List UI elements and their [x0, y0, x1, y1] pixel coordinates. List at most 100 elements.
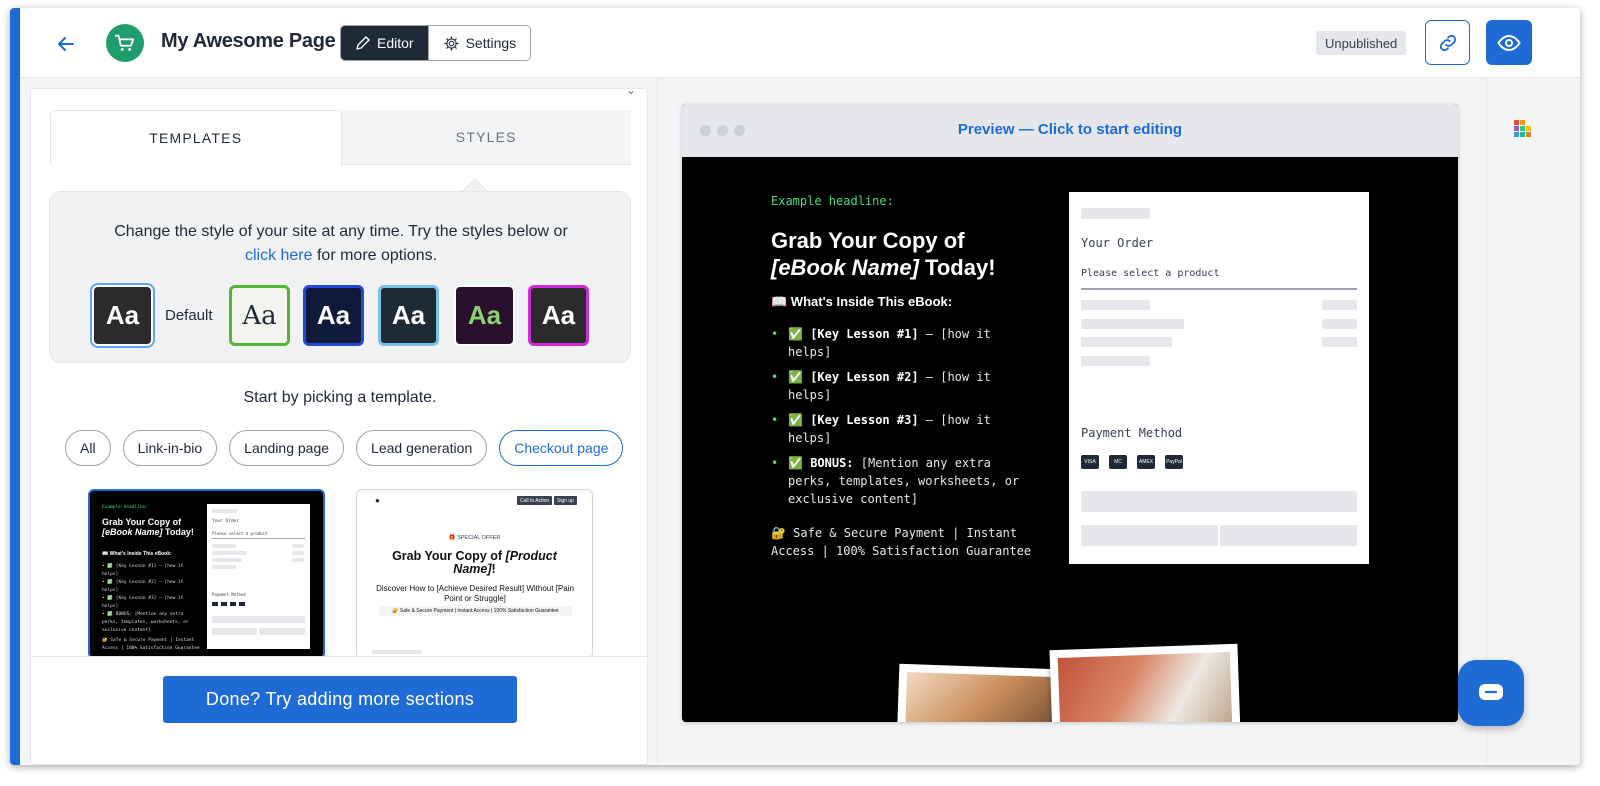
style-swatch-default[interactable]: Aa: [92, 285, 153, 346]
preview-feature-list[interactable]: ✅ [Key Lesson #1] – [how it helps] ✅ [Ke…: [771, 325, 1041, 515]
chat-support-button[interactable]: [1458, 660, 1524, 726]
color-palette-icon[interactable]: [1512, 118, 1534, 140]
default-style-label: Default: [165, 307, 213, 324]
thumb-item-bold: BONUS:: [115, 612, 133, 617]
thumb-item: • ✅ [Key Lesson #2] – [how it helps]: [102, 580, 184, 593]
app-window: My Awesome Page Editor Settings Unpublis…: [10, 8, 1580, 765]
thumb-light-subtitle: Discover How to [Achieve Desired Result]…: [376, 584, 574, 603]
thumb-order-card: Your Order Please select a product Payme…: [207, 504, 310, 649]
page-preview[interactable]: Preview — Click to start editing Example…: [682, 104, 1458, 722]
check-icon: ✅: [788, 370, 803, 384]
thumb-secure: 🔐 Safe & Secure Payment | Instant Access…: [102, 638, 200, 651]
thumb-headline-pre: Grab Your Copy of: [102, 517, 182, 527]
thumb-order-title: Your Order: [212, 519, 240, 524]
filter-lead-generation[interactable]: Lead generation: [356, 430, 488, 466]
done-add-sections-button[interactable]: Done? Try adding more sections: [163, 676, 517, 723]
chat-icon: [1479, 684, 1503, 700]
template-card-dark[interactable]: Example headline: Grab Your Copy of [eBo…: [88, 489, 325, 659]
skeleton-bar: [1322, 319, 1357, 329]
thumb-item-bold: [Key Lesson #1]: [115, 564, 157, 569]
preview-chrome-bar: Preview — Click to start editing: [682, 104, 1458, 157]
panel-tabs: TEMPLATES STYLES: [50, 110, 631, 165]
list-item-bold: [Key Lesson #1]: [810, 327, 919, 341]
style-swatch-serif-green[interactable]: Aa: [229, 285, 290, 346]
template-card-light[interactable]: ● Call to Action Sign up 🎁 SPECIAL OFFER…: [356, 489, 593, 659]
style-desc-text-end: for more options.: [316, 247, 438, 264]
left-panel: ⌃⌄ TEMPLATES STYLES Change the style of …: [20, 78, 658, 765]
filter-landing-page[interactable]: Landing page: [229, 430, 345, 466]
thumb-item-bold: [Key Lesson #2]: [115, 580, 157, 585]
style-swatch-magenta[interactable]: Aa: [528, 285, 589, 346]
headline-post: Today!: [925, 255, 996, 280]
preview-secure-note[interactable]: 🔐 Safe & Secure Payment | Instant Access…: [771, 524, 1041, 560]
list-item: ✅ [Key Lesson #3] – [how it helps]: [771, 411, 1041, 447]
skeleton-bar: [1081, 337, 1172, 347]
filter-link-in-bio[interactable]: Link-in-bio: [122, 430, 218, 466]
check-icon: ✅: [788, 327, 803, 341]
list-item-bold: [Key Lesson #2]: [810, 370, 919, 384]
thumb-badge-text: SPECIAL OFFER: [457, 535, 501, 541]
thumb-check: ✅: [107, 596, 114, 601]
paypal-icon: PayPal: [1165, 455, 1183, 469]
thumb-light-guarantee-text: Safe & Secure Payment | Instant Access |…: [399, 608, 559, 614]
thumb-badge: 🎁 SPECIAL OFFER: [448, 535, 501, 541]
preview-edit-label[interactable]: Preview — Click to start editing: [682, 121, 1458, 138]
thumb-payment-title: Payment Method: [212, 592, 246, 597]
panel-footer: Done? Try adding more sections: [31, 656, 647, 764]
skeleton-bar: [1081, 300, 1150, 310]
click-here-link[interactable]: click here: [245, 247, 313, 264]
product-select[interactable]: Please select a product: [1081, 268, 1219, 279]
list-item: ✅ BONUS: [Mention any extra perks, templ…: [771, 454, 1041, 508]
style-swatch-purple-green[interactable]: Aa: [454, 285, 515, 346]
skeleton-bar: [1081, 356, 1150, 366]
style-swatch-slate[interactable]: Aa: [378, 285, 439, 346]
collapse-icon[interactable]: ⌃⌄: [616, 89, 636, 97]
thumb-order-select: Please select a product: [212, 531, 268, 536]
thumb-subhead: 📖 What's Inside This eBook:: [102, 551, 172, 557]
tab-templates[interactable]: TEMPLATES: [50, 110, 342, 165]
list-item-bold: BONUS:: [810, 456, 854, 470]
style-swatch-navy[interactable]: Aa: [303, 285, 364, 346]
start-prompt: Start by picking a template.: [243, 389, 437, 406]
thumb-check: ✅: [107, 612, 114, 617]
skeleton-input: [1081, 525, 1218, 546]
preview-button[interactable]: [1486, 20, 1532, 65]
status-badge: Unpublished: [1316, 31, 1407, 55]
top-bar: My Awesome Page Editor Settings Unpublis…: [20, 8, 1580, 78]
thumb-light-guarantee: 🔐 Safe & Secure Payment | Instant Access…: [379, 606, 572, 616]
order-title: Your Order: [1081, 236, 1154, 250]
skeleton-input: [1220, 525, 1357, 546]
templates-panel: ⌃⌄ TEMPLATES STYLES Change the style of …: [30, 88, 648, 765]
thumb-light-title-pre: Grab Your Copy of: [392, 549, 503, 563]
copy-link-button[interactable]: [1425, 20, 1470, 65]
thumb-eyebrow: Example headline:: [102, 505, 149, 510]
preview-subhead[interactable]: 📖 What's Inside This eBook:: [771, 294, 952, 310]
link-icon: [1439, 34, 1456, 51]
photo-office[interactable]: [1049, 643, 1241, 722]
thumb-item: • ✅ BONUS: [Mention any extra perks, tem…: [102, 612, 189, 633]
thumb-light-title: Grab Your Copy of [Product Name]!: [377, 550, 572, 576]
thumb-cta-2: Sign up: [554, 496, 577, 505]
thumb-cta-1: Call to Action: [517, 496, 553, 505]
back-button[interactable]: [50, 28, 82, 60]
preview-headline[interactable]: Grab Your Copy of [eBook Name] Today!: [771, 227, 1031, 281]
apple-icon: ●: [375, 496, 380, 505]
filter-checkout-page[interactable]: Checkout page: [499, 430, 624, 466]
thumb-check: ✅: [107, 564, 114, 569]
thumb-check: ✅: [107, 580, 114, 585]
filter-all[interactable]: All: [65, 430, 111, 466]
skeleton-input: [1081, 491, 1357, 512]
settings-button[interactable]: Settings: [427, 26, 531, 60]
tab-styles[interactable]: STYLES: [341, 110, 631, 165]
thumb-headline-em: [eBook Name]: [102, 527, 163, 537]
skeleton-bar: [1081, 319, 1184, 329]
order-form-card[interactable]: Your Order Please select a product Payme…: [1069, 192, 1369, 564]
preview-eyebrow[interactable]: Example headline:: [771, 194, 894, 208]
page-title: My Awesome Page: [161, 30, 336, 52]
skeleton-bar: [1081, 208, 1150, 219]
editor-button[interactable]: Editor: [341, 26, 428, 60]
list-item-bold: [Key Lesson #3]: [810, 413, 919, 427]
template-filters: All Link-in-bio Landing page Lead genera…: [65, 430, 624, 466]
store-logo: [106, 24, 144, 62]
check-icon: ✅: [788, 413, 803, 427]
